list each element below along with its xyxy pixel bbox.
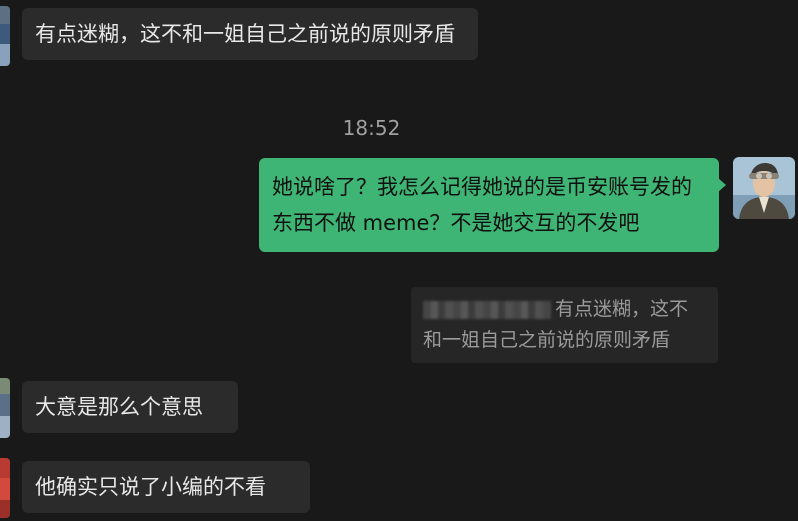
sender-avatar[interactable] xyxy=(0,6,10,66)
message-bubble[interactable]: 他确实只说了小编的不看 xyxy=(22,461,310,513)
my-avatar[interactable] xyxy=(733,157,795,219)
chat-window: 有点迷糊，这不和一姐自己之前说的原则矛盾 18:52 她说啥了？我怎么记得她说的… xyxy=(0,0,798,521)
message-bubble[interactable]: 有点迷糊，这不和一姐自己之前说的原则矛盾 xyxy=(22,8,478,60)
message-text: 大意是那么个意思 xyxy=(35,395,203,419)
avatar-image xyxy=(0,458,10,518)
message-text: 有点迷糊，这不和一姐自己之前说的原则矛盾 xyxy=(35,22,455,46)
blurred-sender-name xyxy=(423,300,551,319)
avatar-image xyxy=(733,157,795,219)
avatar-image xyxy=(0,378,10,438)
message-timestamp: 18:52 xyxy=(342,116,401,140)
message-text: 她说啥了？我怎么记得她说的是币安账号发的东西不做 meme？不是她交互的不发吧 xyxy=(272,175,692,235)
message-bubble[interactable]: 大意是那么个意思 xyxy=(22,381,238,433)
quoted-message[interactable]: 有点迷糊，这不和一姐自己之前说的原则矛盾 xyxy=(411,287,718,363)
message-text: 他确实只说了小编的不看 xyxy=(35,475,266,499)
message-bubble[interactable]: 她说啥了？我怎么记得她说的是币安账号发的东西不做 meme？不是她交互的不发吧 xyxy=(259,158,726,252)
sender-avatar[interactable] xyxy=(0,378,10,438)
sender-avatar[interactable] xyxy=(0,458,10,518)
avatar-image xyxy=(0,6,10,66)
